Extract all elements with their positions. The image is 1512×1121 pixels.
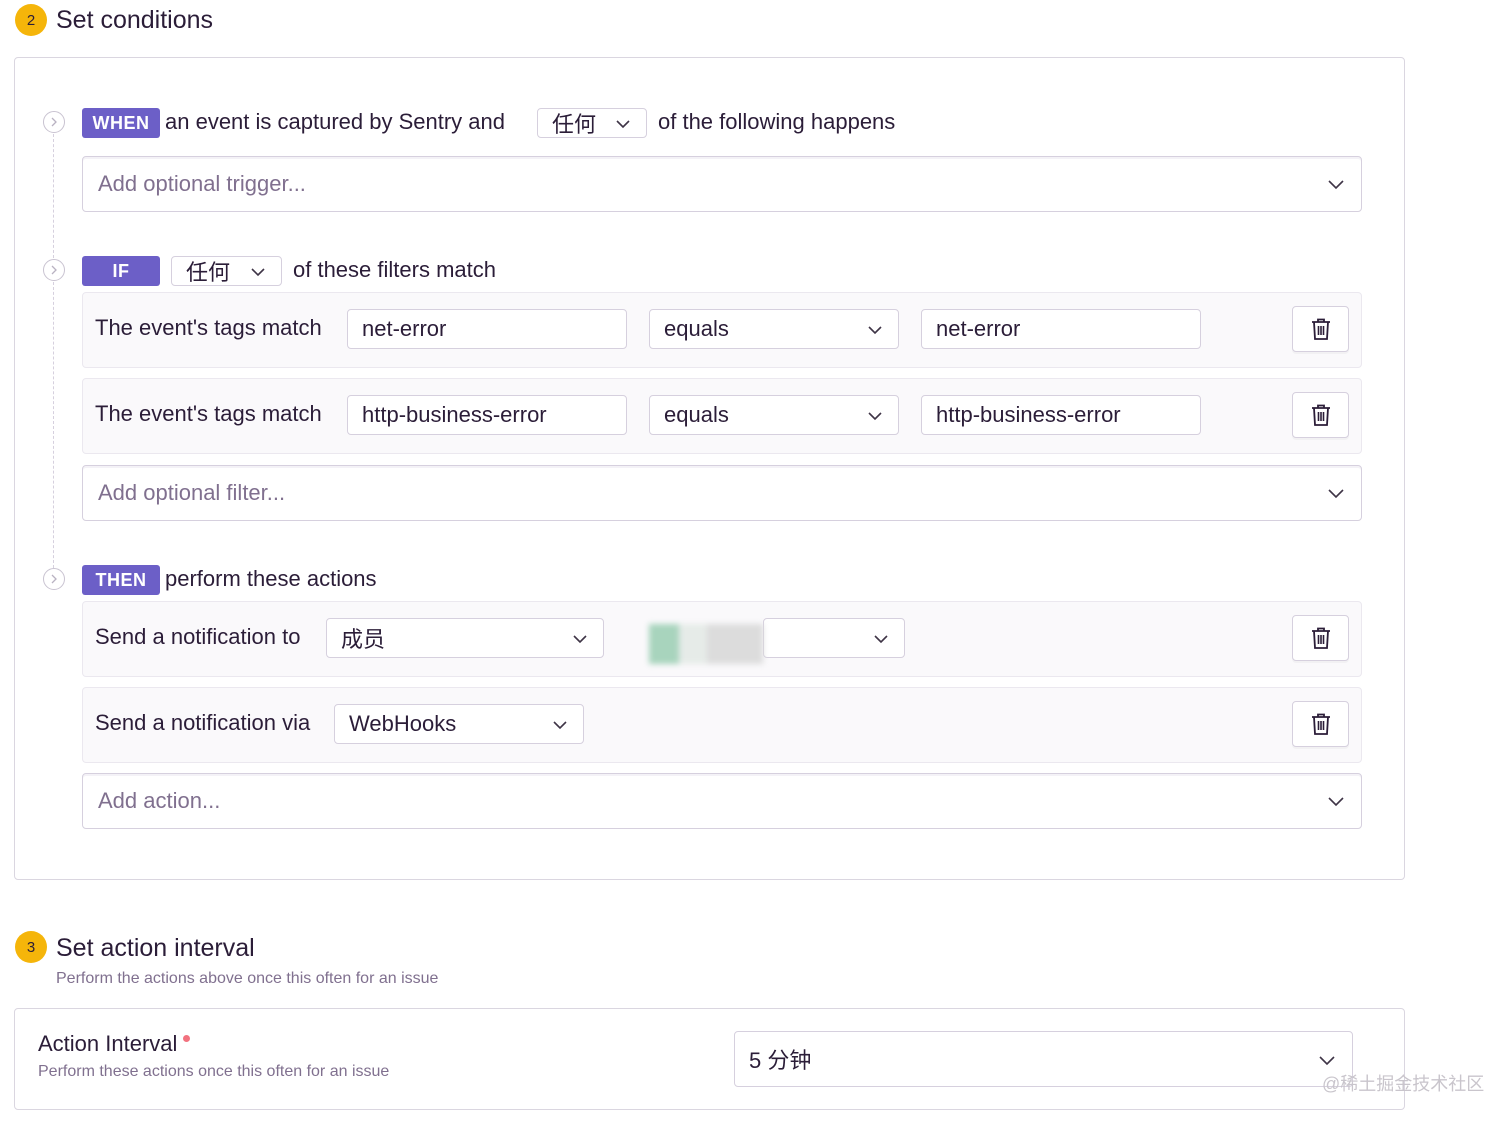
set-conditions-title: Set conditions xyxy=(56,6,214,34)
step-3-badge: 3 xyxy=(15,931,47,963)
trash-icon xyxy=(1311,318,1330,340)
action-label: Send a notification via xyxy=(95,710,311,735)
then-step-icon xyxy=(43,568,65,590)
set-action-interval-subtitle: Perform the actions above once this ofte… xyxy=(56,970,439,987)
if-match-value: 任何 xyxy=(186,260,231,285)
action-label: Send a notification to xyxy=(95,624,301,649)
add-filter-select[interactable]: Add optional filter... xyxy=(82,465,1362,521)
action-interval-select[interactable]: 5 分钟 xyxy=(734,1031,1353,1087)
notification-service-value: WebHooks xyxy=(349,711,457,736)
chevron-down-icon xyxy=(251,268,265,277)
filter-value-input[interactable]: net-error xyxy=(921,309,1201,349)
then-pill: THEN xyxy=(82,565,160,595)
filter-row: The event's tags match http-business-err… xyxy=(82,378,1362,454)
if-match-select[interactable]: 任何 xyxy=(171,256,282,286)
chevron-down-icon xyxy=(868,412,882,421)
when-text-before: an event is captured by Sentry and xyxy=(165,109,505,134)
filter-value-input[interactable]: http-business-error xyxy=(921,395,1201,435)
action-row: Send a notification to 成员 xyxy=(82,601,1362,677)
trash-icon xyxy=(1311,713,1330,735)
trash-icon xyxy=(1311,404,1330,426)
delete-action-button[interactable] xyxy=(1292,701,1349,747)
action-interval-label: Action Interval xyxy=(38,1031,191,1057)
then-text-after: perform these actions xyxy=(165,566,377,591)
delete-action-button[interactable] xyxy=(1292,615,1349,661)
add-action-placeholder: Add action... xyxy=(98,788,221,813)
if-pill: IF xyxy=(82,256,160,286)
action-interval-help: Perform these actions once this often fo… xyxy=(38,1063,390,1080)
chevron-down-icon xyxy=(1328,489,1344,499)
notification-target-select[interactable]: 成员 xyxy=(326,618,604,658)
filter-operator-select[interactable]: equals xyxy=(649,395,899,435)
filter-operator-select[interactable]: equals xyxy=(649,309,899,349)
when-text-after: of the following happens xyxy=(658,109,896,134)
add-action-select[interactable]: Add action... xyxy=(82,773,1362,829)
chevron-down-icon xyxy=(1328,797,1344,807)
action-interval-label-text: Action Interval xyxy=(38,1031,178,1056)
add-trigger-placeholder: Add optional trigger... xyxy=(98,171,306,196)
filter-label: The event's tags match xyxy=(95,315,322,340)
if-step-icon xyxy=(43,259,65,281)
notification-member-select[interactable] xyxy=(763,618,905,658)
notification-target-value: 成员 xyxy=(341,627,386,652)
redacted-member xyxy=(649,624,767,668)
action-interval-value: 5 分钟 xyxy=(749,1048,812,1073)
when-match-select[interactable]: 任何 xyxy=(537,108,647,138)
chevron-down-icon xyxy=(874,635,888,644)
when-step-icon xyxy=(43,111,65,133)
chevron-down-icon xyxy=(1328,180,1344,190)
step-2-badge: 2 xyxy=(15,4,47,36)
timeline-connector xyxy=(53,134,54,258)
filter-operator-value: equals xyxy=(664,402,729,427)
watermark: @稀土掘金技术社区 xyxy=(1322,1074,1485,1094)
notification-service-select[interactable]: WebHooks xyxy=(334,704,584,744)
action-row: Send a notification via WebHooks xyxy=(82,687,1362,763)
chevron-down-icon xyxy=(573,635,587,644)
add-filter-placeholder: Add optional filter... xyxy=(98,480,286,505)
if-text-after: of these filters match xyxy=(293,257,496,282)
when-match-value: 任何 xyxy=(552,112,597,137)
chevron-down-icon xyxy=(553,721,567,730)
delete-filter-button[interactable] xyxy=(1292,306,1349,352)
required-indicator xyxy=(183,1035,191,1042)
add-trigger-select[interactable]: Add optional trigger... xyxy=(82,156,1362,212)
filter-row: The event's tags match net-error equals … xyxy=(82,292,1362,368)
filter-operator-value: equals xyxy=(664,316,729,341)
filter-label: The event's tags match xyxy=(95,401,322,426)
timeline-connector xyxy=(53,282,54,568)
delete-filter-button[interactable] xyxy=(1292,392,1349,438)
set-action-interval-title: Set action interval xyxy=(56,934,255,962)
filter-key-input[interactable]: net-error xyxy=(347,309,627,349)
when-pill: WHEN xyxy=(82,108,160,138)
chevron-down-icon xyxy=(616,120,630,129)
chevron-down-icon xyxy=(868,326,882,335)
filter-key-input[interactable]: http-business-error xyxy=(347,395,627,435)
trash-icon xyxy=(1311,627,1330,649)
chevron-down-icon xyxy=(1319,1056,1335,1066)
